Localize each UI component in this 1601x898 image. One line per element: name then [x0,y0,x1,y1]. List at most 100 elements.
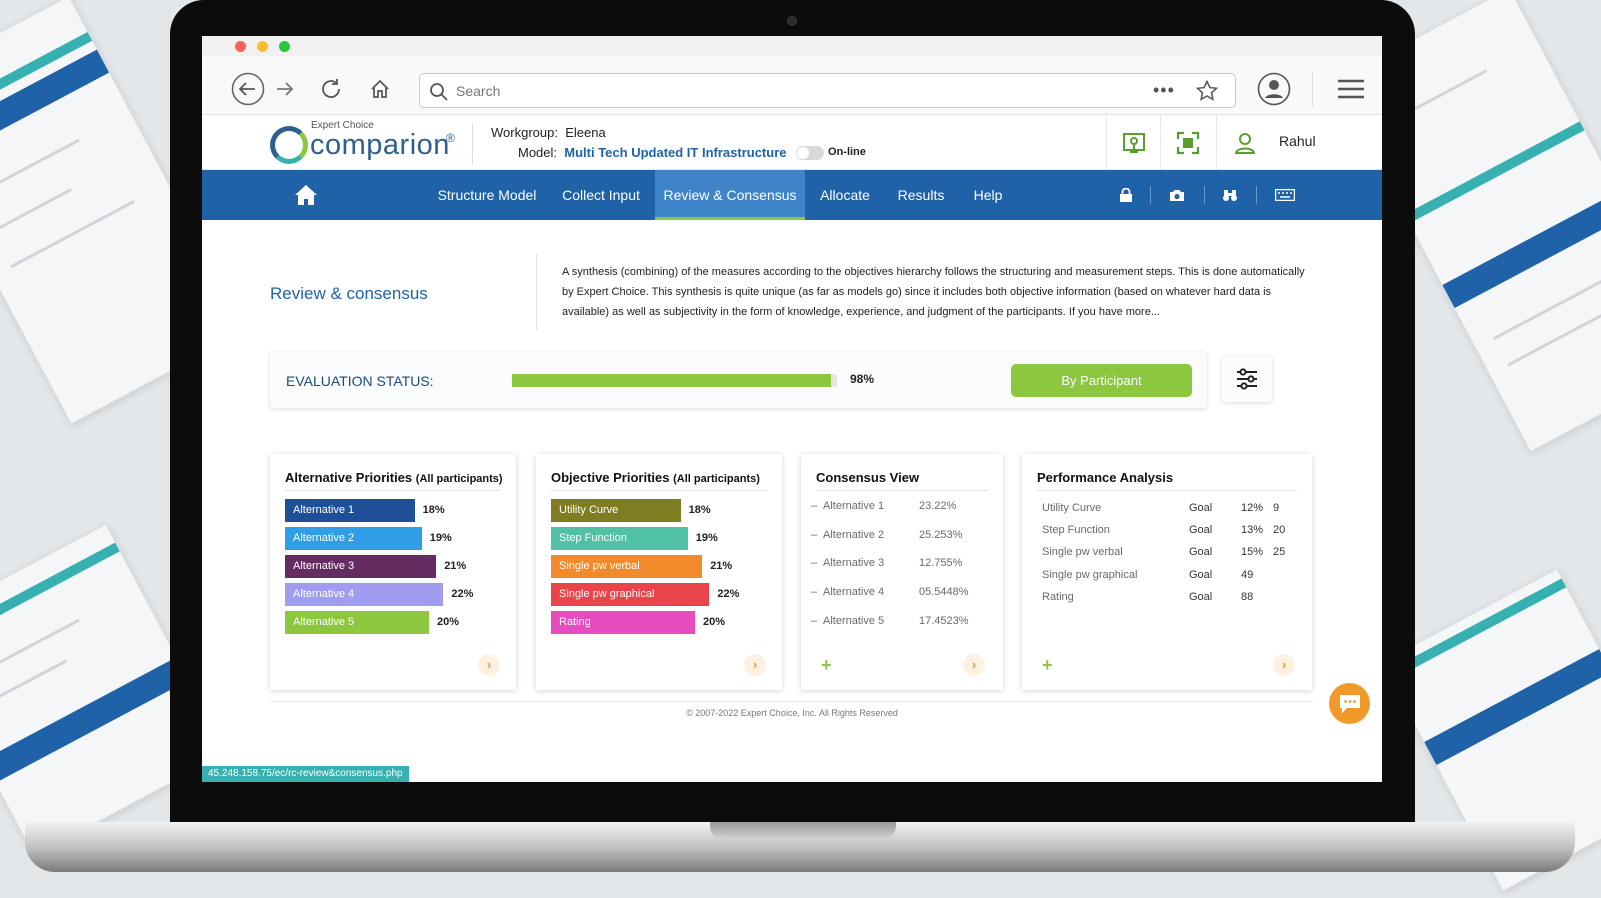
comparion-logo[interactable]: Expert Choice comparion ® [268,118,458,166]
user-menu[interactable]: Rahul [1216,115,1382,170]
dash-icon: – [811,557,818,570]
add-plus-icon[interactable]: + [821,655,832,676]
nav-divider [1256,186,1257,204]
nav-allocate[interactable]: Allocate [814,170,876,220]
fullscreen-button[interactable] [1160,115,1214,170]
home-nav-button[interactable] [294,183,318,207]
performance-analysis-card: Performance Analysis Utility Curve Goal 12… [1022,454,1312,690]
priority-value: 18% [422,504,445,516]
menu-button[interactable] [1334,72,1368,106]
close-window-button[interactable] [235,41,246,52]
chevron-right-icon[interactable]: › [1273,654,1295,676]
priority-bar[interactable]: Utility Curve [551,499,681,522]
workgroup-value: Eleena [565,125,606,140]
model-value[interactable]: Multi Tech Updated IT Infrastructure [564,145,786,160]
priority-bar[interactable]: Rating [551,611,695,634]
back-arrow-icon [231,72,265,106]
nav-divider [1150,186,1151,204]
card-title: Alternative Priorities (All participants… [285,470,503,485]
keyboard-button[interactable] [1274,185,1296,205]
priority-bar[interactable]: Single pw graphical [551,583,710,606]
filter-settings-button[interactable] [1222,356,1272,402]
priority-bar[interactable]: Alternative 4 [285,583,444,606]
priority-bar[interactable]: Step Function [551,527,688,550]
nav-divider [1204,186,1205,204]
performance-row[interactable]: Utility Curve Goal 12% 9 [1042,502,1302,516]
lock-icon [1120,188,1132,202]
consensus-alternative-name: Alternative 5 [823,614,885,627]
consensus-alternative-name: Alternative 4 [823,586,885,599]
chevron-right-icon[interactable]: › [478,654,500,676]
performance-count: 20 [1273,524,1286,537]
back-button[interactable] [231,72,265,106]
priority-value: 20% [703,616,726,628]
app-header: Expert Choice comparion ® Workgroup: Ele… [202,115,1382,170]
account-button[interactable] [1257,72,1291,106]
consensus-alternative-name: Alternative 1 [823,500,885,512]
nav-collect-input[interactable]: Collect Input [555,170,647,220]
online-toggle[interactable] [796,146,824,160]
search-icon [430,83,448,101]
consensus-alternative-name: Alternative 2 [823,528,885,541]
home-button[interactable] [363,72,397,106]
sliders-icon [1237,368,1257,390]
user-icon [1234,133,1256,154]
chevron-right-icon[interactable]: › [744,654,766,676]
dash-icon: – [811,614,818,627]
search-input[interactable] [456,80,1056,102]
priority-bar[interactable]: Alternative 3 [285,555,437,578]
priority-bar[interactable]: Single pw verbal [551,555,703,578]
priority-bar[interactable]: Alternative 5 [285,611,429,634]
priority-value: 19% [429,532,452,544]
title-divider [536,254,537,330]
dash-icon: – [811,528,818,541]
forward-button[interactable] [268,72,302,106]
minimize-window-button[interactable] [257,41,268,52]
nav-structure-model[interactable]: Structure Model [432,170,542,220]
hamburger-menu-icon [1338,79,1364,99]
window-titlebar [202,36,1382,56]
performance-name: Single pw graphical [1042,568,1138,581]
consensus-view-card: Consensus View – Alternative 1 23.22% – Alte… [801,454,1003,690]
performance-percent: 13% [1241,524,1264,537]
nav-help[interactable]: Help [966,170,1010,220]
evaluation-percent: 98% [850,372,875,386]
account-icon [1257,72,1291,106]
page-title: Review & consensus [270,284,428,303]
performance-type: Goal [1189,524,1213,537]
lock-button[interactable] [1116,185,1136,205]
performance-row[interactable]: Rating Goal 88 [1042,591,1302,605]
priority-value: 20% [437,616,460,628]
evaluation-progress-fill [512,374,831,387]
maximize-window-button[interactable] [279,41,290,52]
consensus-value: 12.755% [919,557,963,570]
performance-row[interactable]: Single pw graphical Goal 49 [1042,569,1302,583]
add-plus-icon[interactable]: + [1042,655,1053,676]
reload-button[interactable] [314,72,348,106]
keyboard-icon [1275,189,1295,201]
priority-bar[interactable]: Alternative 2 [285,527,422,550]
chat-button[interactable] [1329,683,1370,724]
binoculars-button[interactable] [1220,185,1240,205]
objective-priorities-card: Objective Priorities (All participants) … [536,454,782,690]
ellipsis-icon[interactable]: ••• [1153,80,1175,101]
consensus-value: 25.253% [919,528,963,541]
chevron-right-icon[interactable]: › [963,654,985,676]
performance-count: 25 [1273,546,1286,559]
priority-bar[interactable]: Alternative 1 [285,499,415,522]
logo-registered-mark: ® [446,131,455,145]
nav-review-consensus[interactable]: Review & Consensus [655,170,805,220]
nav-results[interactable]: Results [892,170,950,220]
bookmark-star-icon[interactable] [1195,79,1219,103]
map-pin-button[interactable] [1106,115,1160,170]
main-nav: Structure Model Collect Input Review & C… [202,170,1382,226]
performance-row[interactable]: Single pw verbal Goal 15% 25 [1042,546,1302,560]
consensus-value: 17.4523% [919,614,969,627]
camera-button[interactable] [1167,185,1187,205]
by-participant-button[interactable]: By Participant [1011,364,1192,397]
online-label: On-line [828,146,866,158]
binoculars-icon [1223,190,1237,201]
address-bar[interactable]: ••• [419,73,1236,108]
performance-row[interactable]: Step Function Goal 13% 20 [1042,524,1302,538]
dash-icon: – [811,586,818,599]
